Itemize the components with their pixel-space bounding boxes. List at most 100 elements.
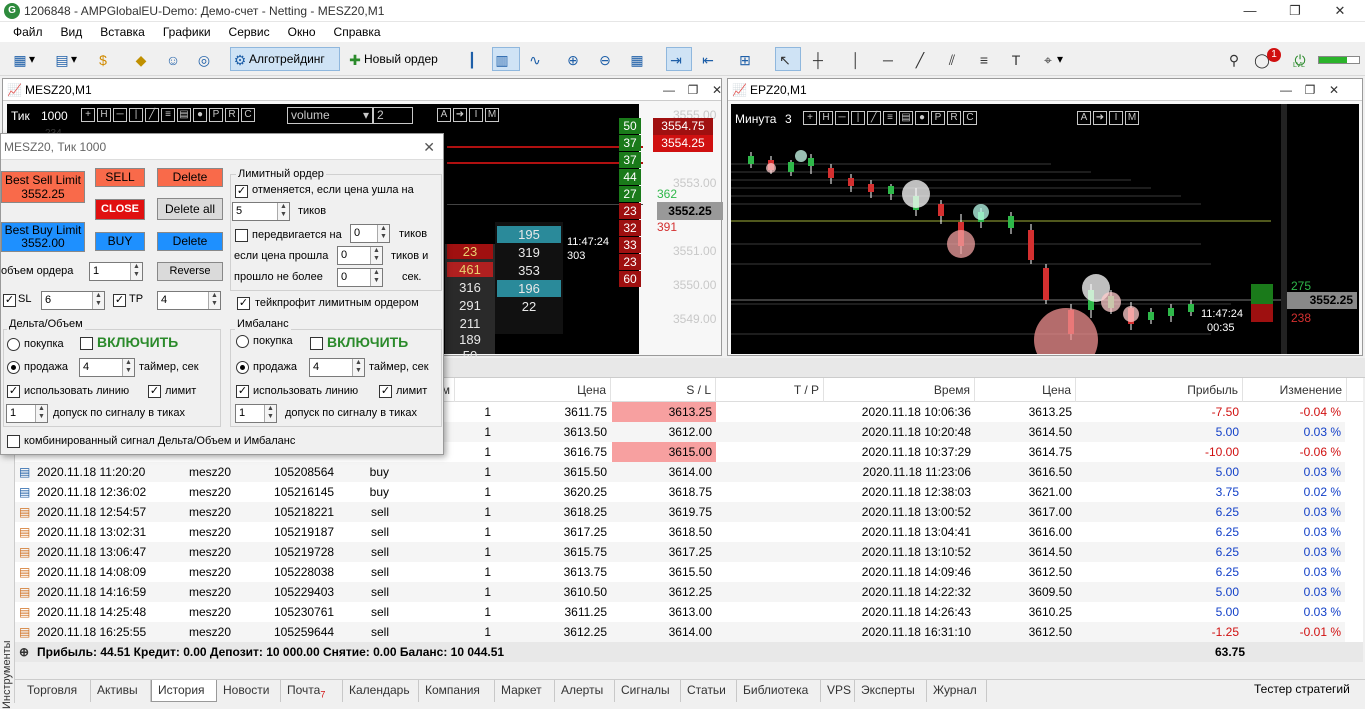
crosshair-button[interactable]: ┼: [808, 47, 832, 71]
market-watch-button[interactable]: $: [93, 47, 117, 71]
chart2-minimize-button[interactable]: —: [1274, 79, 1298, 101]
menu-item[interactable]: Вставка: [91, 23, 154, 41]
delta-sell-radio[interactable]: [7, 361, 20, 374]
strategy-tester-tab[interactable]: Тестер стратегий: [1254, 682, 1350, 696]
column-header[interactable]: Цена: [535, 378, 611, 402]
bottom-tab[interactable]: VPS: [821, 680, 855, 702]
column-header[interactable]: T / P: [720, 378, 824, 402]
menu-item[interactable]: Окно: [279, 23, 325, 41]
bottom-tab[interactable]: Календарь: [343, 680, 419, 702]
menu-item[interactable]: Справка: [325, 23, 390, 41]
menu-item[interactable]: Графики: [154, 23, 220, 41]
table-row[interactable]: ▤ 2020.11.18 13:02:31 mesz20 105219187 sell 1…: [15, 522, 1345, 542]
delete-all-button[interactable]: Delete all: [157, 198, 223, 220]
tile-windows-button[interactable]: ▦: [627, 47, 651, 71]
new-order-button[interactable]: ✚ Новый ордер: [345, 47, 447, 71]
close-window-button[interactable]: ✕: [1320, 2, 1360, 20]
line-chart-button[interactable]: ∿: [525, 47, 549, 71]
trendline-button[interactable]: ╱: [910, 47, 934, 71]
delete-sell-button[interactable]: Delete: [157, 168, 223, 187]
bottom-tab[interactable]: Библиотека: [737, 680, 821, 702]
column-header[interactable]: S / L: [612, 378, 716, 402]
text-button[interactable]: T: [1006, 47, 1030, 71]
bottom-tab[interactable]: Компания: [419, 680, 495, 702]
delta-limit-checkbox[interactable]: ✓: [148, 385, 161, 398]
column-header[interactable]: Цена: [1000, 378, 1076, 402]
bottom-tab[interactable]: Статьи: [681, 680, 737, 702]
moves-input[interactable]: 0 ▲ ▼: [350, 224, 390, 243]
auto-scroll-button[interactable]: ⇥: [666, 47, 692, 71]
bottom-tab[interactable]: Сигналы: [615, 680, 681, 702]
column-header[interactable]: Изменение: [1247, 378, 1347, 402]
combined-checkbox[interactable]: [7, 435, 20, 448]
tp-limit-checkbox[interactable]: ✓: [237, 297, 250, 310]
delta-tol-input[interactable]: 1 ▲ ▼: [6, 404, 48, 423]
shapes-button[interactable]: ⌖ ▾: [1038, 47, 1074, 71]
tp-checkbox[interactable]: ✓: [113, 294, 126, 307]
delta-buy-radio[interactable]: [7, 338, 20, 351]
signals-button[interactable]: ◎: [194, 47, 218, 71]
search-button[interactable]: ⚲: [1224, 47, 1246, 71]
imb-enable-checkbox[interactable]: [310, 337, 323, 350]
reverse-button[interactable]: Reverse: [157, 262, 223, 281]
table-row[interactable]: ▤ 2020.11.18 16:25:55 mesz20 105259644 sell 1…: [15, 622, 1345, 642]
column-header[interactable]: Время: [825, 378, 975, 402]
bottom-tab[interactable]: Маркет: [495, 680, 555, 702]
chart-close-button[interactable]: ✕: [705, 79, 729, 101]
chart-shift-button[interactable]: ⇤: [698, 47, 722, 71]
buy-button[interactable]: BUY: [95, 232, 145, 251]
indicators-button[interactable]: ⊞: [735, 47, 759, 71]
bottom-tab[interactable]: История: [151, 680, 217, 702]
delta-useline-checkbox[interactable]: ✓: [7, 385, 20, 398]
profiles-button[interactable]: ▤ ▾: [52, 47, 88, 71]
equidistant-channel-button[interactable]: ⫽: [942, 47, 966, 71]
maximize-button[interactable]: ❐: [1275, 2, 1315, 20]
notifications-button[interactable]: ◯ 1: [1252, 47, 1282, 71]
menu-item[interactable]: Сервис: [220, 23, 279, 41]
imb-useline-checkbox[interactable]: ✓: [236, 385, 249, 398]
table-row[interactable]: ▤ 2020.11.18 12:54:57 mesz20 105218221 sell 1…: [15, 502, 1345, 522]
best-buy-limit-button[interactable]: Best Buy Limit 3552.00: [1, 222, 85, 252]
imb-tol-input[interactable]: 1 ▲ ▼: [235, 404, 277, 423]
new-chart-button[interactable]: ▦ ▾: [10, 47, 46, 71]
volume-select[interactable]: volume ▾: [287, 107, 373, 124]
imb-buy-radio[interactable]: [236, 335, 249, 348]
cancel-if-checkbox[interactable]: ✓: [235, 185, 248, 198]
bottom-tab[interactable]: Эксперты: [855, 680, 927, 702]
candle-chart-button[interactable]: ▥: [492, 47, 520, 71]
sl-input[interactable]: 6 ▲ ▼: [41, 291, 105, 310]
bottom-tab[interactable]: Алерты: [555, 680, 615, 702]
chart2-close-button[interactable]: ✕: [1322, 79, 1346, 101]
chart-restore-button[interactable]: ❐: [681, 79, 705, 101]
lvl-button[interactable]: ⏻ LVL: [1290, 47, 1312, 71]
sl-checkbox[interactable]: ✓: [3, 294, 16, 307]
best-sell-limit-button[interactable]: Best Sell Limit 3552.25: [1, 171, 85, 203]
volume-input[interactable]: 1 ▲ ▼: [89, 262, 143, 281]
if-price-input[interactable]: 0 ▲ ▼: [337, 246, 383, 265]
delete-buy-button[interactable]: Delete: [157, 232, 223, 251]
imb-sell-radio[interactable]: [236, 361, 249, 374]
cancel-ticks-input[interactable]: 5 ▲ ▼: [232, 202, 290, 221]
column-header[interactable]: Прибыль: [1163, 378, 1243, 402]
menu-item[interactable]: Файл: [4, 23, 52, 41]
table-row[interactable]: ▤ 2020.11.18 12:36:02 mesz20 105216145 buy 1 3…: [15, 482, 1345, 502]
expand-icon[interactable]: ⊕: [19, 642, 29, 662]
bottom-tab[interactable]: Активы: [91, 680, 151, 702]
tp-input[interactable]: 4 ▲ ▼: [157, 291, 221, 310]
data-window-button[interactable]: ☺: [163, 47, 187, 71]
chart-tools-2[interactable]: A ➜ I M: [437, 108, 499, 122]
fibonacci-button[interactable]: ≡: [974, 47, 998, 71]
sell-button[interactable]: SELL: [95, 168, 145, 187]
algo-trading-button[interactable]: ⚙ Алготрейдинг: [230, 47, 340, 71]
passed-input[interactable]: 0 ▲ ▼: [337, 268, 383, 287]
delta-enable-checkbox[interactable]: [80, 337, 93, 350]
table-row[interactable]: ▤ 2020.11.18 14:16:59 mesz20 105229403 sell 1…: [15, 582, 1345, 602]
table-row[interactable]: ▤ 2020.11.18 14:25:48 mesz20 105230761 sell 1…: [15, 602, 1345, 622]
navigator-button[interactable]: ◆: [131, 47, 155, 71]
zoom-out-button[interactable]: ⊖: [595, 47, 619, 71]
chart-tools[interactable]: + H ─ | ╱ ≡ ▤ ● P R C: [81, 108, 255, 122]
chart2-canvas[interactable]: Минута 3 + H ─ | ╱ ≡ ▤ ● P R C A ➜ I M 1…: [731, 104, 1359, 354]
menu-item[interactable]: Вид: [52, 23, 92, 41]
table-row[interactable]: ▤ 2020.11.18 11:20:20 mesz20 105208564 buy 1 3…: [15, 462, 1345, 482]
dialog-close-icon[interactable]: ✕: [423, 134, 435, 160]
